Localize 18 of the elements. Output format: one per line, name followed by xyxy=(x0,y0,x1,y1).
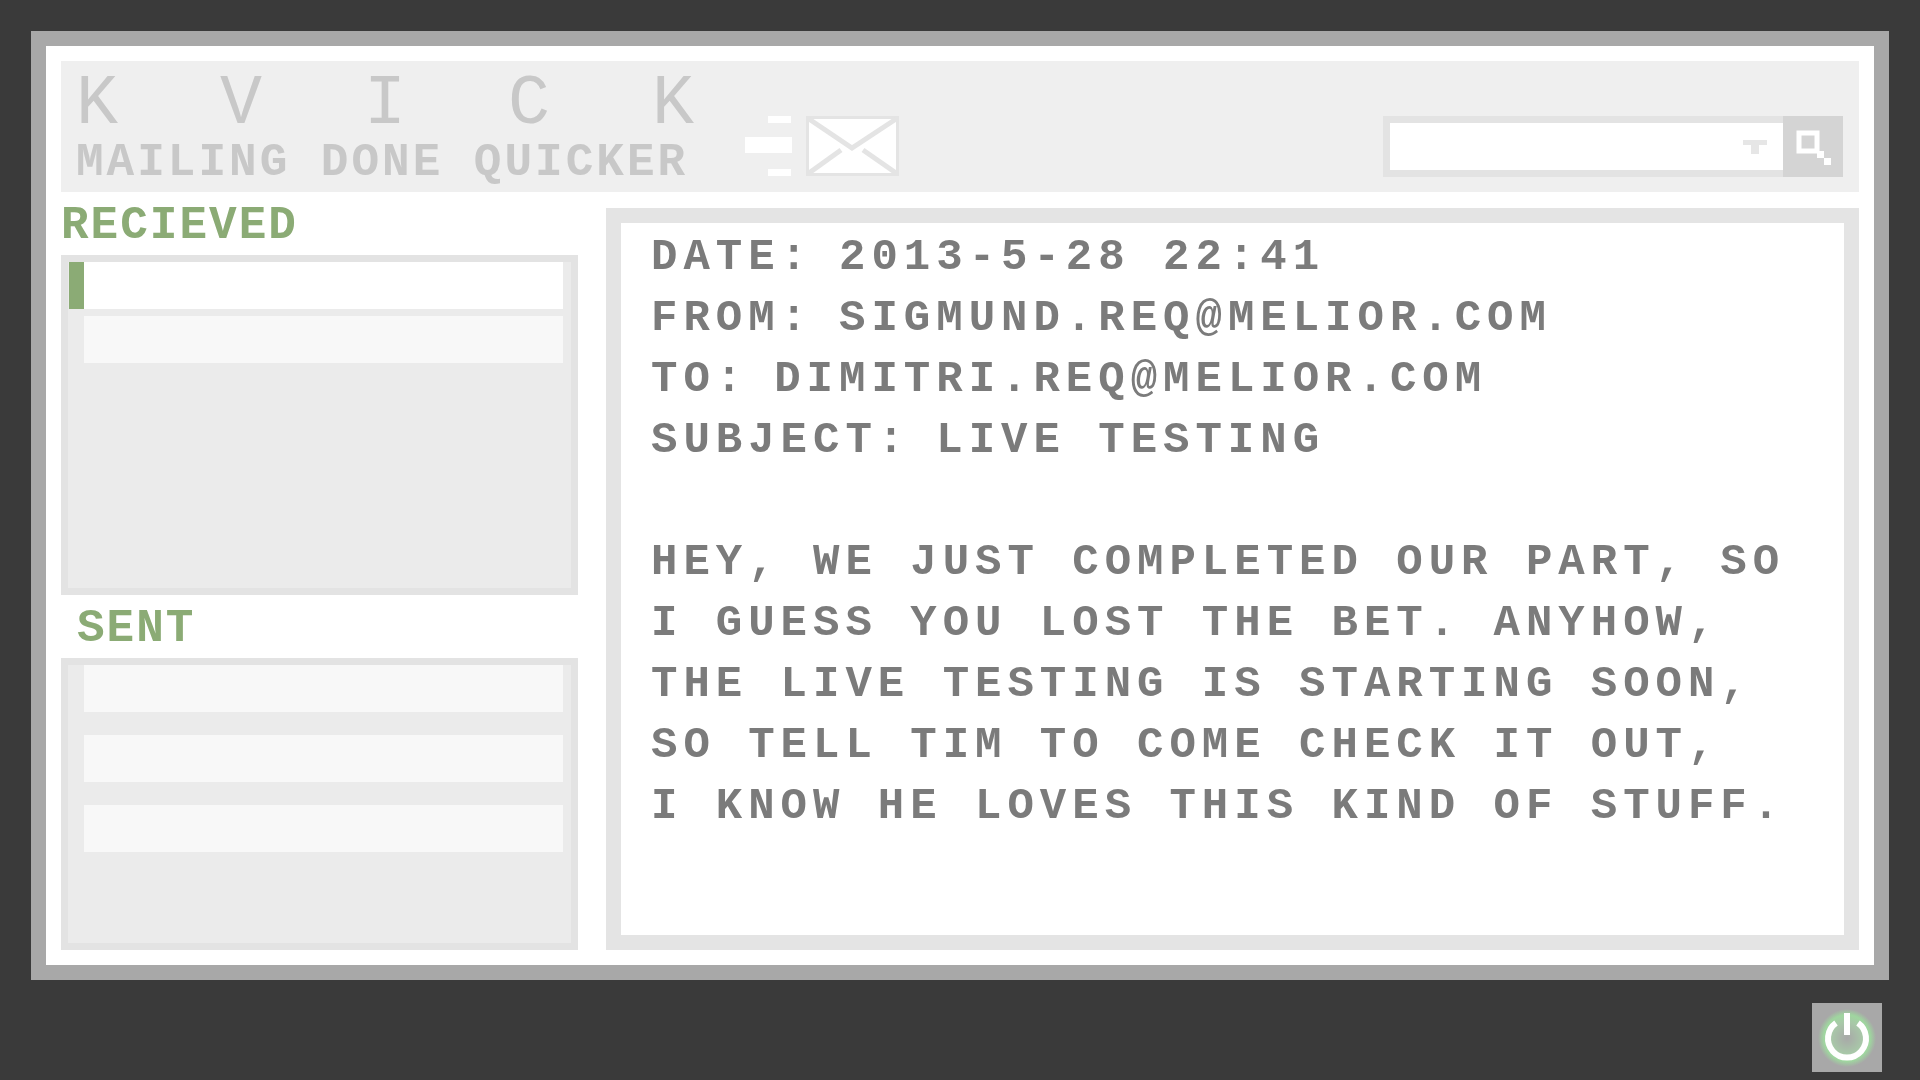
header-value: LIVE TESTING xyxy=(936,414,1326,467)
header-value: DIMITRI.REQ@MELIOR.COM xyxy=(774,353,1488,406)
search-field[interactable] xyxy=(1383,116,1783,177)
header-label: SUBJECT: xyxy=(651,414,911,467)
header-label: TO: xyxy=(651,353,749,406)
search-button[interactable] xyxy=(1783,116,1843,177)
header-value: SIGMUND.REQ@MELIOR.COM xyxy=(839,292,1552,345)
message-body: HEY, WE JUST COMPLETED OUR PART, SO I GUESS YOU LOST THE BET. ANYHOW, THE LIVE TESTING IS STARTING SOON, SO TELL TIM TO COME CHECK IT OUT, I KNOW HE LOVES THIS KIND OF STUFF. xyxy=(651,536,1787,833)
envelope-icon xyxy=(745,116,899,176)
folder-label: RECIEVED xyxy=(61,203,298,249)
power-button[interactable] xyxy=(1812,1003,1882,1072)
message-list-item[interactable] xyxy=(69,262,563,309)
header-value: 2013-5-28 22:41 xyxy=(839,231,1326,284)
folder-label: SENT xyxy=(77,606,196,652)
header-label: FROM: xyxy=(651,292,814,345)
search-icon xyxy=(1795,128,1831,165)
caret-icon[interactable] xyxy=(1743,139,1767,154)
header-label: DATE: xyxy=(651,231,814,284)
